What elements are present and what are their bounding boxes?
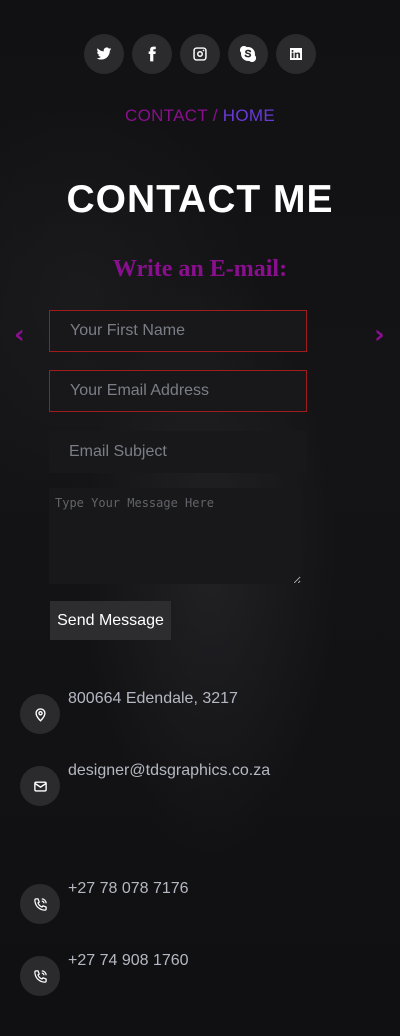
phone-icon xyxy=(20,884,60,924)
envelope-icon xyxy=(20,766,60,806)
twitter-icon xyxy=(96,47,112,60)
subject-input[interactable] xyxy=(49,431,307,473)
first-name-input[interactable] xyxy=(49,310,307,352)
page-title: CONTACT ME xyxy=(66,178,334,221)
address-text: 800664 Edendale, 3217 xyxy=(68,690,238,707)
instagram-link[interactable] xyxy=(180,34,220,74)
skype-icon xyxy=(240,46,256,62)
breadcrumb: CONTACT / HOME xyxy=(0,106,400,126)
phone-number-1[interactable]: +27 78 078 7176 xyxy=(68,880,189,898)
skype-link[interactable] xyxy=(228,34,268,74)
address-item: 800664 Edendale, 3217 xyxy=(20,690,238,734)
linkedin-icon xyxy=(290,48,302,60)
email-link[interactable]: designer@tdsgraphics.co.za xyxy=(68,762,270,780)
twitter-link[interactable] xyxy=(84,34,124,74)
breadcrumb-separator: / xyxy=(207,106,223,125)
email-item: designer@tdsgraphics.co.za xyxy=(20,762,270,806)
facebook-icon xyxy=(148,46,156,62)
message-textarea[interactable] xyxy=(49,488,301,584)
phone-item-1: +27 78 078 7176 xyxy=(20,880,189,924)
location-pin-icon xyxy=(20,694,60,734)
linkedin-link[interactable] xyxy=(276,34,316,74)
send-message-button[interactable]: Send Message xyxy=(50,601,171,640)
social-links xyxy=(0,34,400,74)
email-input[interactable] xyxy=(49,370,307,412)
facebook-link[interactable] xyxy=(132,34,172,74)
breadcrumb-home-link[interactable]: HOME xyxy=(223,106,275,125)
phone-item-2: +27 74 908 1760 xyxy=(20,952,189,996)
next-arrow[interactable]: › xyxy=(374,322,385,348)
form-subtitle: Write an E-mail: xyxy=(112,256,288,282)
phone-icon xyxy=(20,956,60,996)
phone-number-2[interactable]: +27 74 908 1760 xyxy=(68,952,189,970)
instagram-icon xyxy=(193,47,207,61)
breadcrumb-contact-link[interactable]: CONTACT xyxy=(125,106,208,125)
prev-arrow[interactable]: ‹ xyxy=(14,322,25,348)
